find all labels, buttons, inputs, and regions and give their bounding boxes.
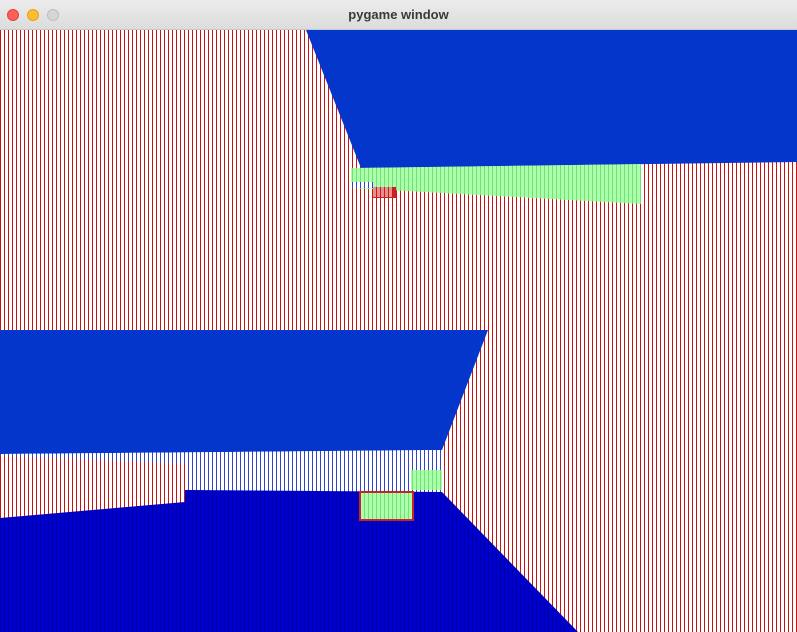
middle-sky-region	[0, 330, 488, 454]
title-bar[interactable]: pygame window	[0, 0, 797, 30]
middle-green-block	[411, 470, 442, 490]
upper-red-block-shade	[373, 187, 393, 197]
upper-sky-region	[306, 30, 797, 168]
game-canvas[interactable]	[0, 30, 797, 632]
upper-ledge-small-block	[351, 182, 373, 188]
window-title: pygame window	[348, 7, 449, 22]
floor-block	[361, 493, 412, 519]
game-viewport[interactable]	[0, 30, 797, 632]
pygame-window: pygame window	[0, 0, 797, 632]
